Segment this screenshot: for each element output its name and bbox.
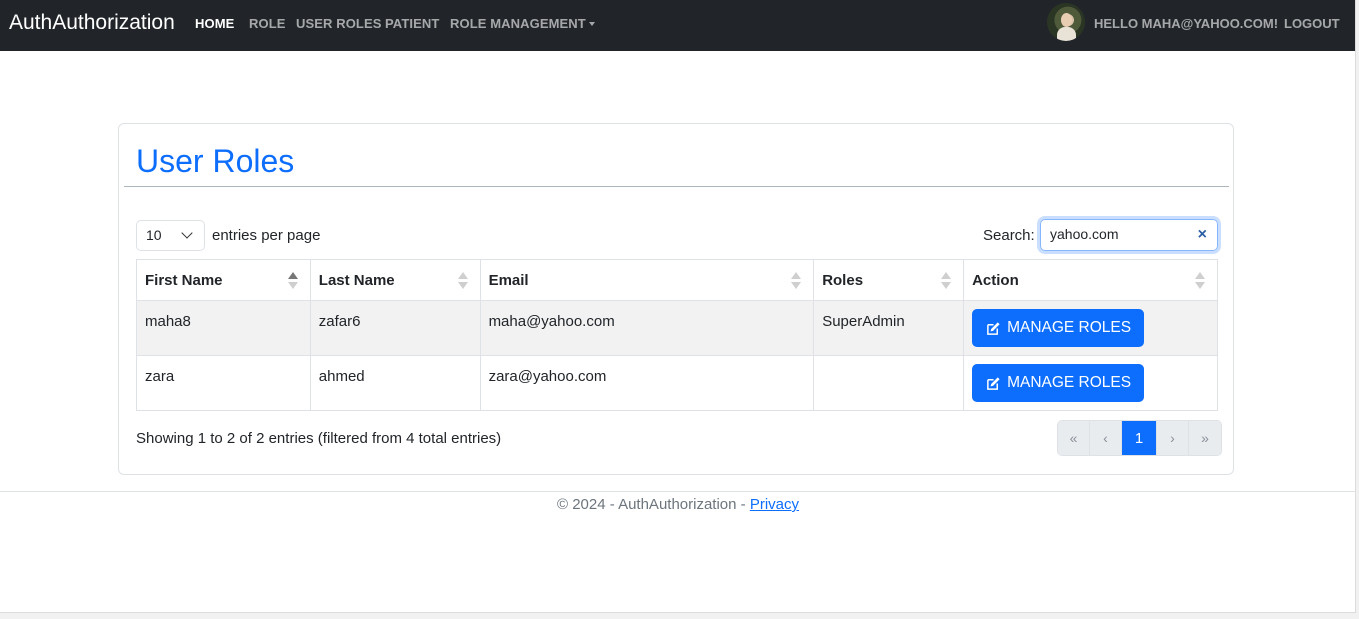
logout-link[interactable]: LOGOUT (1284, 16, 1340, 31)
previous-page-button[interactable]: ‹ (1090, 421, 1122, 455)
cell-action: MANAGE ROLES (963, 300, 1218, 356)
close-icon[interactable]: × (1198, 227, 1207, 243)
column-header-label: Action (972, 272, 1019, 289)
entries-per-page-value: 10 (146, 227, 162, 243)
column-header-label: Roles (822, 272, 864, 289)
last-page-button[interactable]: » (1189, 421, 1221, 455)
privacy-link[interactable]: Privacy (750, 496, 799, 513)
nav-role[interactable]: ROLE (249, 16, 286, 31)
search-label: Search: (983, 227, 1035, 244)
sort-arrows-icon (791, 272, 802, 290)
cell-first-name: zara (136, 355, 311, 411)
search-box[interactable]: × (1040, 219, 1218, 251)
column-header-label: Last Name (318, 272, 395, 289)
column-header-roles[interactable]: Roles (813, 259, 965, 301)
cell-email: maha@yahoo.com (479, 300, 815, 356)
sort-arrows-icon (287, 272, 298, 290)
column-header-first-name[interactable]: First Name (136, 259, 311, 301)
column-header-last-name[interactable]: Last Name (309, 259, 481, 301)
column-header-label: First Name (145, 272, 223, 289)
sort-arrows-icon (1195, 272, 1205, 290)
entries-per-page-select[interactable]: 10 (136, 220, 205, 251)
table-header-row: First Name Last Name Email Roles Action (136, 259, 1218, 301)
sort-up-icon (287, 272, 298, 279)
footer-text: © 2024 - AuthAuthorization - (556, 496, 750, 513)
table-info: Showing 1 to 2 of 2 entries (filtered fr… (136, 430, 502, 447)
sort-down-icon (1195, 282, 1205, 289)
manage-roles-label: MANAGE ROLES (1007, 374, 1132, 391)
sort-up-icon (1195, 272, 1205, 279)
table-row: maha8 zafar6 maha@yahoo.com SuperAdmin M… (136, 300, 1218, 356)
cell-last-name: zafar6 (309, 300, 481, 356)
avatar[interactable] (1047, 3, 1085, 41)
footer-divider (0, 491, 1356, 492)
user-roles-table: First Name Last Name Email Roles Action … (136, 259, 1218, 411)
sort-arrows-icon (941, 272, 952, 290)
pagination: « ‹ 1 › » (1057, 420, 1222, 456)
search-input[interactable] (1050, 226, 1190, 242)
brand-link[interactable]: AuthAuthorization (9, 11, 175, 35)
first-page-button[interactable]: « (1058, 421, 1090, 455)
sort-up-icon (457, 272, 468, 279)
cell-email: zara@yahoo.com (479, 355, 815, 411)
nav-home[interactable]: HOME (195, 16, 234, 31)
window-right-edge (1355, 0, 1359, 619)
manage-roles-button[interactable]: MANAGE ROLES (972, 364, 1145, 402)
avatar-body (1057, 27, 1076, 41)
cell-roles: SuperAdmin (813, 300, 965, 356)
cell-roles (813, 355, 965, 411)
cell-last-name: ahmed (309, 355, 481, 411)
sort-up-icon (791, 272, 802, 279)
sort-down-icon (287, 282, 298, 289)
sort-down-icon (941, 282, 952, 289)
sort-arrows-icon (457, 272, 468, 290)
user-roles-card: User Roles 10 entries per page Search: ×… (118, 123, 1234, 475)
nav-role-management[interactable]: ROLE MANAGEMENT (450, 16, 595, 31)
window-bottom-edge (0, 612, 1356, 619)
page-button-current[interactable]: 1 (1122, 421, 1157, 455)
page-title: User Roles (136, 143, 295, 179)
nav-patient[interactable]: PATIENT (385, 16, 439, 31)
next-page-button[interactable]: › (1157, 421, 1189, 455)
navbar: AuthAuthorization HOME ROLE USER ROLES P… (0, 0, 1356, 51)
title-divider (124, 186, 1229, 187)
sort-up-icon (941, 272, 952, 279)
sort-down-icon (791, 282, 802, 289)
column-header-action[interactable]: Action (963, 259, 1218, 301)
manage-roles-label: MANAGE ROLES (1007, 319, 1132, 336)
manage-roles-button[interactable]: MANAGE ROLES (972, 309, 1145, 347)
sort-down-icon (457, 282, 468, 289)
caret-down-icon (588, 22, 595, 26)
pencil-square-icon (987, 376, 1000, 390)
chevron-down-icon (181, 227, 193, 239)
nav-role-management-label: ROLE MANAGEMENT (450, 16, 586, 31)
table-row: zara ahmed zara@yahoo.com MANAGE ROLES (136, 355, 1218, 411)
cell-action: MANAGE ROLES (963, 355, 1218, 411)
nav-user-roles[interactable]: USER ROLES (296, 16, 382, 31)
footer: © 2024 - AuthAuthorization - Privacy (0, 496, 1356, 513)
pencil-square-icon (987, 321, 1000, 335)
entries-per-page-label: entries per page (212, 227, 321, 244)
column-header-label: Email (488, 272, 529, 289)
cell-first-name: maha8 (136, 300, 311, 356)
user-greeting[interactable]: HELLO MAHA@YAHOO.COM! (1094, 16, 1278, 31)
column-header-email[interactable]: Email (479, 259, 815, 301)
avatar-face (1061, 13, 1072, 27)
